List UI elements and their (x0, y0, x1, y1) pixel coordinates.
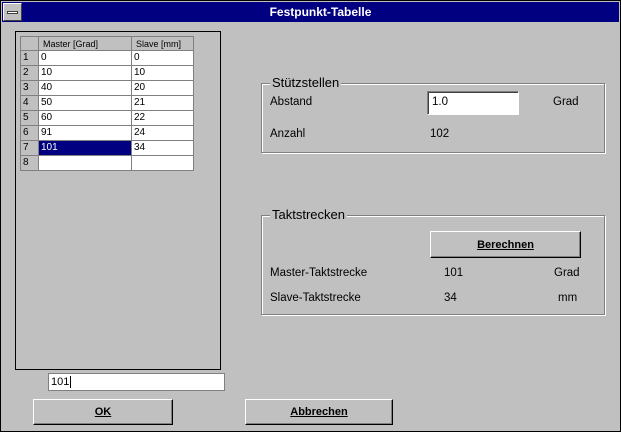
taktstrecken-title: Taktstrecken (270, 207, 347, 223)
system-menu-icon[interactable] (3, 3, 22, 21)
row-number[interactable]: 8 (20, 156, 39, 171)
row-number[interactable]: 1 (20, 51, 39, 66)
row-number-header (20, 36, 39, 51)
master-cell[interactable]: 60 (39, 111, 132, 126)
taktstrecken-group: Taktstrecken Berechnen Master-Taktstreck… (261, 207, 605, 315)
slave-cell[interactable]: 24 (132, 126, 194, 141)
master-taktstrecke-unit: Grad (554, 267, 580, 279)
abstand-label: Abstand (270, 96, 313, 108)
master-cell[interactable]: 10 (39, 66, 132, 81)
table-row[interactable]: 4 50 21 (20, 96, 194, 111)
row-number[interactable]: 7 (20, 141, 39, 156)
slave-cell[interactable] (132, 156, 194, 171)
master-taktstrecke-value: 101 (444, 267, 464, 279)
master-cell-selected[interactable]: 101 (39, 141, 132, 156)
anzahl-value: 102 (430, 128, 450, 140)
slave-cell[interactable]: 34 (132, 141, 194, 156)
slave-cell[interactable]: 10 (132, 66, 194, 81)
master-cell[interactable]: 0 (39, 51, 132, 66)
cell-edit-field[interactable]: 101 (48, 373, 225, 391)
cell-edit-value: 101 (51, 376, 70, 388)
title-bar: Festpunkt-Tabelle (2, 2, 619, 22)
slave-taktstrecke-unit: mm (558, 292, 578, 304)
slave-cell[interactable]: 0 (132, 51, 194, 66)
row-number[interactable]: 6 (20, 126, 39, 141)
abstand-unit: Grad (553, 96, 579, 108)
master-cell[interactable] (39, 156, 132, 171)
table-row-selected[interactable]: 7 101 34 (20, 141, 194, 156)
row-number[interactable]: 5 (20, 111, 39, 126)
festpunkt-table-panel: Master [Grad] Slave [mm] 1 0 0 2 10 10 3… (15, 31, 221, 370)
column-header-slave[interactable]: Slave [mm] (132, 36, 194, 51)
slave-cell[interactable]: 22 (132, 111, 194, 126)
column-header-master[interactable]: Master [Grad] (39, 36, 132, 51)
festpunkt-grid: Master [Grad] Slave [mm] 1 0 0 2 10 10 3… (20, 36, 194, 171)
master-cell[interactable]: 91 (39, 126, 132, 141)
berechnen-button[interactable]: Berechnen (430, 231, 581, 258)
table-row[interactable]: 6 91 24 (20, 126, 194, 141)
master-taktstrecke-label: Master-Taktstrecke (270, 267, 368, 279)
row-number[interactable]: 3 (20, 81, 39, 96)
master-cell[interactable]: 50 (39, 96, 132, 111)
dialog-window: Festpunkt-Tabelle Master [Grad] Slave [m… (0, 0, 621, 432)
abstand-input[interactable]: 1.0 (427, 91, 519, 115)
stuetzstellen-title: Stützstellen (270, 75, 342, 91)
table-row[interactable]: 1 0 0 (20, 51, 194, 66)
master-cell[interactable]: 40 (39, 81, 132, 96)
text-cursor (70, 376, 72, 389)
slave-taktstrecke-value: 34 (444, 292, 457, 304)
row-number[interactable]: 4 (20, 96, 39, 111)
table-row[interactable]: 2 10 10 (20, 66, 194, 81)
stuetzstellen-group: Stützstellen Abstand 1.0 Grad Anzahl 102 (261, 75, 605, 153)
row-number[interactable]: 2 (20, 66, 39, 81)
ok-button[interactable]: OK (33, 399, 173, 425)
window-title: Festpunkt-Tabelle (269, 5, 372, 19)
slave-taktstrecke-label: Slave-Taktstrecke (270, 292, 361, 304)
table-row[interactable]: 5 60 22 (20, 111, 194, 126)
slave-cell[interactable]: 20 (132, 81, 194, 96)
slave-cell[interactable]: 21 (132, 96, 194, 111)
table-row[interactable]: 8 (20, 156, 194, 171)
table-header-row: Master [Grad] Slave [mm] (20, 36, 194, 51)
table-row[interactable]: 3 40 20 (20, 81, 194, 96)
abbrechen-button[interactable]: Abbrechen (245, 399, 393, 425)
anzahl-label: Anzahl (270, 128, 306, 140)
